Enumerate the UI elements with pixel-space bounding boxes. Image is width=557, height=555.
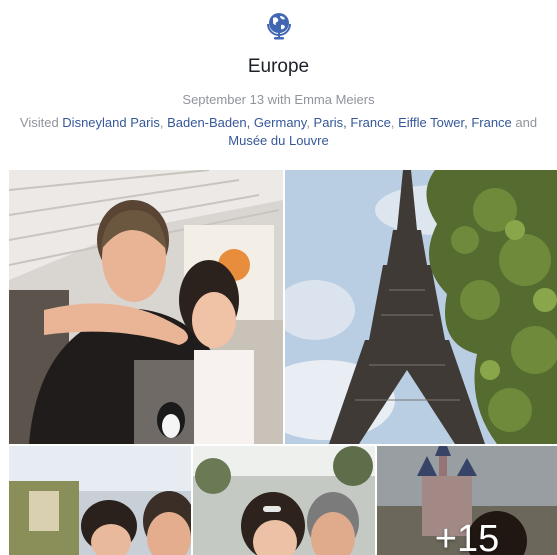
place-separator: and [511,115,538,130]
visited-prefix: Visited [19,115,63,130]
globe-icon [265,11,293,41]
eiffel-tower-photo[interactable] [285,170,557,444]
place-separator: , [159,115,168,130]
album-date-with: September 13 with Emma Meiers [182,92,375,107]
place-separator: , [390,115,399,130]
castle-photo[interactable]: +15 [377,446,557,555]
visited-places: Visited Disneyland Paris, Baden-Baden, G… [8,114,549,150]
restaurant-selfie-photo[interactable] [9,446,191,555]
place-link-baden-baden[interactable]: Baden-Baden, Germany [167,115,306,130]
outdoor-selfie-photo[interactable] [193,446,375,555]
place-link-paris[interactable]: Paris, France [314,115,391,130]
place-link-louvre[interactable]: Musée du Louvre [228,133,328,148]
more-photos-overlay[interactable]: +15 [377,446,557,555]
place-link-disneyland[interactable]: Disneyland Paris [62,115,160,130]
more-photos-count: +15 [434,518,500,555]
place-separator: , [306,115,314,130]
album-title: Europe [247,56,310,77]
selfie-man-and-girl-photo[interactable] [9,170,283,444]
place-link-eiffel-tower[interactable]: Eiffle Tower, France [398,115,512,130]
